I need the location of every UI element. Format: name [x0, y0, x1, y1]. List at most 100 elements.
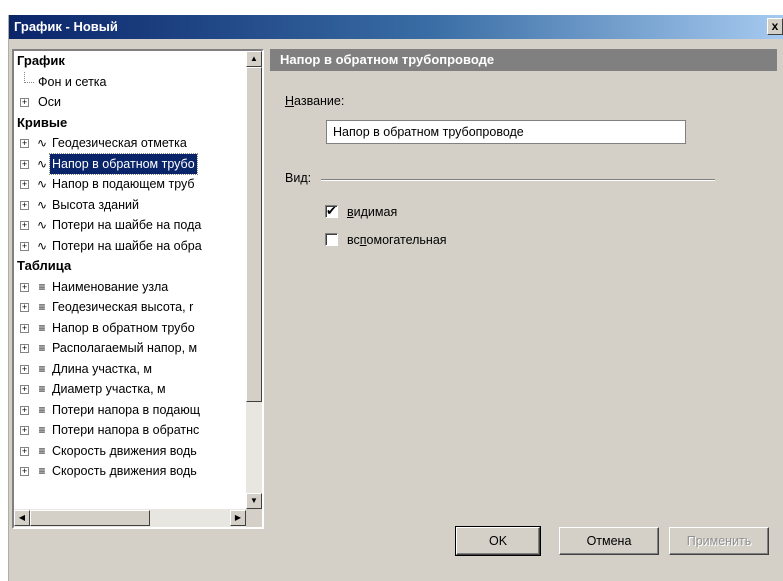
- scroll-down-button[interactable]: ▼: [246, 493, 262, 509]
- tree-item[interactable]: + ≡ Скорость движения водь: [14, 461, 246, 482]
- tree-item-label: Потери напора в обратнс: [52, 423, 200, 437]
- scroll-left-button[interactable]: ◀: [14, 510, 30, 526]
- visible-checkbox-label[interactable]: видимая: [347, 205, 397, 219]
- expand-icon[interactable]: +: [20, 159, 29, 169]
- auxiliary-checkbox[interactable]: [325, 233, 338, 246]
- expand-icon[interactable]: +: [20, 221, 29, 230]
- tree-item-label: Высота зданий: [52, 197, 139, 212]
- cancel-button[interactable]: Отмена: [559, 527, 659, 555]
- scroll-up-button[interactable]: ▲: [246, 51, 262, 67]
- scroll-right-button[interactable]: ▶: [230, 510, 246, 526]
- tree-item-label: Оси: [38, 95, 61, 109]
- expand-icon[interactable]: +: [20, 241, 29, 251]
- hscroll-thumb[interactable]: [30, 510, 150, 526]
- expand-icon[interactable]: +: [20, 405, 29, 415]
- tree-item-label: Напор в обратном трубо: [49, 152, 198, 175]
- tree-item[interactable]: Фон и сетка: [14, 71, 246, 93]
- tree-section-label: Таблица: [17, 258, 72, 273]
- tree-section-header[interactable]: График: [14, 51, 246, 72]
- tree-item-label: Потери на шайбе на обра: [52, 238, 202, 253]
- tree-item[interactable]: + ∿ Потери на шайбе на обра: [14, 236, 246, 257]
- tree-item[interactable]: + ≡ Потери напора в обратнс: [14, 420, 246, 441]
- tree-item[interactable]: + ≡ Потери напора в подающ: [14, 400, 246, 421]
- tree-section-header[interactable]: Таблица: [14, 256, 246, 277]
- horizontal-scrollbar[interactable]: ◀ ▶: [14, 509, 246, 527]
- tree-item[interactable]: + ∿ Напор в подающем труб: [14, 174, 246, 195]
- name-input[interactable]: Напор в обратном трубопроводе: [326, 120, 686, 144]
- curve-icon: ∿: [36, 156, 48, 171]
- table-row-icon: ≡: [38, 279, 46, 294]
- scroll-thumb[interactable]: [246, 67, 262, 402]
- tree-pane: График Фон и сетка + Оси Кривые + ∿ Геодезическ…: [12, 49, 264, 529]
- scroll-corner: [246, 509, 262, 527]
- expand-icon[interactable]: +: [20, 467, 29, 476]
- tree-item[interactable]: + ≡ Геодезическая высота, r: [14, 297, 246, 318]
- table-row-icon: ≡: [38, 361, 46, 376]
- tree-item-label: Напор в подающем труб: [52, 177, 195, 191]
- tree-item-label: Скорость движения водь: [52, 443, 197, 458]
- tree-section-label: Кривые: [17, 114, 68, 130]
- expand-icon[interactable]: +: [20, 385, 29, 394]
- tree-item[interactable]: + ∿ Потери на шайбе на пода: [14, 215, 246, 236]
- tree-item[interactable]: + ≡ Располагаемый напор, м: [14, 338, 246, 359]
- table-row-icon: ≡: [38, 300, 46, 314]
- curve-icon: ∿: [36, 218, 48, 232]
- tree-item[interactable]: + ≡ Скорость движения водь: [14, 441, 246, 462]
- expand-icon[interactable]: +: [20, 323, 29, 333]
- table-row-icon: ≡: [38, 423, 46, 437]
- tree-section-label: График: [17, 53, 65, 68]
- auxiliary-checkbox-label[interactable]: вспомогательная: [347, 233, 447, 247]
- close-button[interactable]: x: [767, 18, 783, 35]
- title-bar: График - Новый: [9, 15, 783, 39]
- view-group-divider: [321, 179, 715, 181]
- expand-icon[interactable]: +: [20, 139, 29, 148]
- expand-icon[interactable]: +: [20, 426, 29, 435]
- tree-item[interactable]: + ≡ Наименование узла: [14, 277, 246, 298]
- tree-item[interactable]: + ≡ Напор в обратном трубо: [14, 318, 246, 339]
- visible-label-mnemonic: в: [347, 205, 354, 219]
- expand-icon[interactable]: +: [20, 200, 29, 210]
- name-label-mnemonic: Н: [285, 94, 295, 108]
- expand-icon[interactable]: +: [20, 364, 29, 374]
- tree-item-label: Располагаемый напор, м: [52, 341, 198, 355]
- tree-item-label: Потери напора в подающ: [52, 402, 201, 417]
- tree-item[interactable]: + ∿ Напор в обратном трубо: [14, 152, 246, 175]
- tree-view[interactable]: График Фон и сетка + Оси Кривые + ∿ Геодезическ…: [14, 51, 246, 509]
- expand-icon[interactable]: +: [20, 98, 29, 107]
- aux-label-text: омогательная: [366, 233, 447, 247]
- tree-item-label: Длина участка, м: [52, 361, 152, 376]
- expand-icon[interactable]: +: [20, 303, 29, 312]
- tree-item-label: Геодезическая отметка: [52, 136, 187, 150]
- table-row-icon: ≡: [38, 443, 46, 458]
- tree-item[interactable]: + Оси: [14, 92, 246, 113]
- curve-icon: ∿: [36, 136, 48, 150]
- tree-item-label: Скорость движения водь: [52, 464, 197, 478]
- curve-icon: ∿: [36, 197, 48, 212]
- tree-item[interactable]: + ∿ Геодезическая отметка: [14, 133, 246, 154]
- expand-icon[interactable]: +: [20, 446, 29, 456]
- name-label-text: азвание:: [294, 94, 345, 108]
- expand-icon[interactable]: +: [20, 180, 29, 189]
- tree-item-label: Потери на шайбе на пода: [52, 218, 202, 232]
- window-title: График - Новый: [14, 19, 118, 34]
- tree-item[interactable]: + ≡ Длина участка, м: [14, 359, 246, 380]
- ok-button[interactable]: OK: [455, 526, 541, 556]
- vertical-scrollbar[interactable]: ▲ ▼: [246, 51, 262, 509]
- curve-icon: ∿: [36, 238, 48, 253]
- name-label: Название:: [285, 94, 344, 108]
- table-row-icon: ≡: [38, 320, 46, 335]
- table-row-icon: ≡: [38, 464, 46, 478]
- tree-item[interactable]: + ≡ Диаметр участка, м: [14, 379, 246, 400]
- table-row-icon: ≡: [38, 402, 46, 417]
- tree-item-label: Напор в обратном трубо: [52, 320, 195, 335]
- panel-header: Напор в обратном трубопроводе: [270, 49, 777, 71]
- expand-icon[interactable]: +: [20, 344, 29, 353]
- expand-icon[interactable]: +: [20, 282, 29, 292]
- apply-button[interactable]: Применить: [669, 527, 769, 555]
- tree-section-header[interactable]: Кривые: [14, 113, 246, 134]
- view-group: Вид:: [285, 171, 715, 187]
- curve-icon: ∿: [36, 177, 48, 191]
- visible-checkbox[interactable]: ✔: [325, 203, 338, 218]
- tree-item[interactable]: + ∿ Высота зданий: [14, 195, 246, 216]
- tree-connector: [24, 71, 34, 83]
